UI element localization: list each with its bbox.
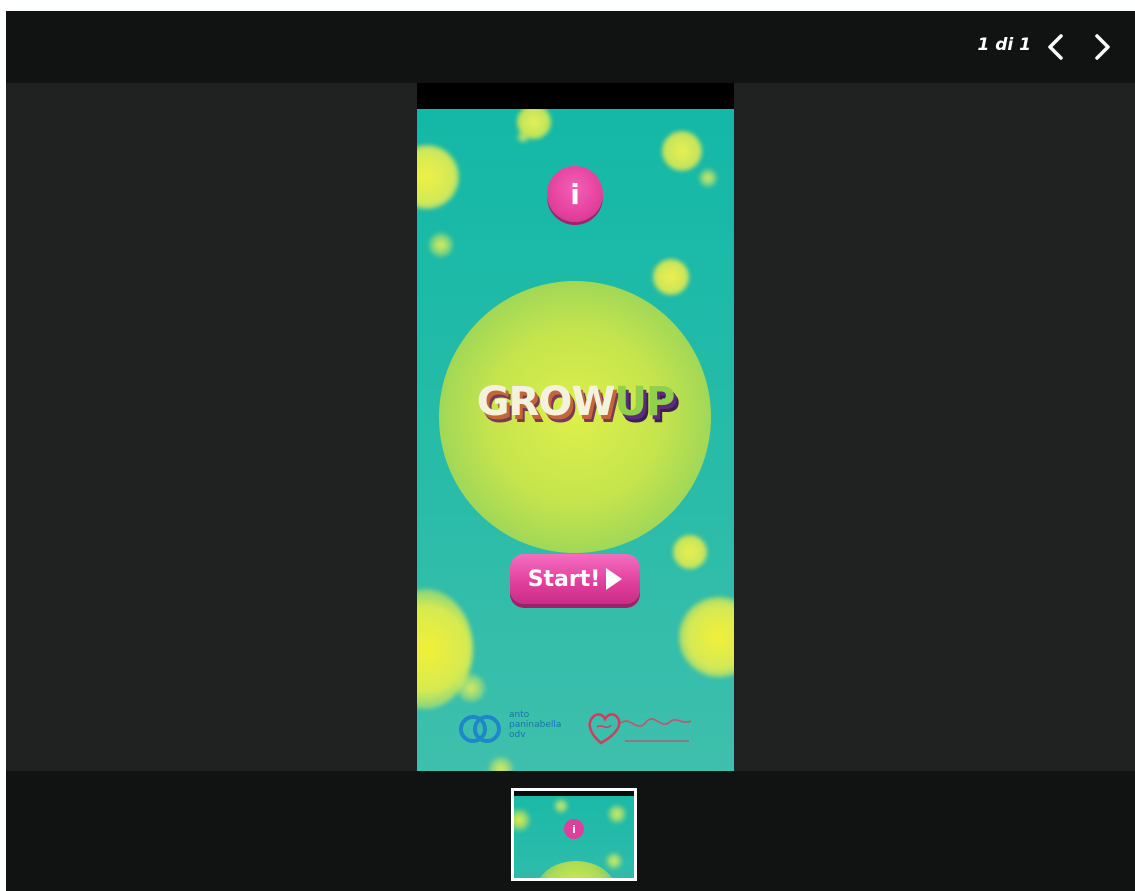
- heart-logo-icon: [588, 713, 692, 745]
- rings-icon: [459, 715, 501, 743]
- image-counter: 1 di 1: [977, 35, 1032, 55]
- start-label: Start!: [527, 566, 601, 592]
- bubble: [653, 259, 689, 295]
- app-screenshot: i GROWUP Start! anto paninabella odv: [417, 109, 734, 771]
- bubble: [662, 131, 702, 171]
- thumbnail-bar: [514, 791, 634, 796]
- previous-button[interactable]: [1039, 29, 1075, 65]
- thumbnail-bubble: [554, 799, 568, 813]
- sponsor-logo-heart: [585, 705, 697, 753]
- chevron-right-icon: [1095, 34, 1110, 60]
- thumbnail-bubble: [606, 853, 622, 869]
- start-button[interactable]: Start!: [510, 554, 640, 604]
- sponsor-name: anto paninabella odv: [509, 710, 562, 740]
- main-image[interactable]: i GROWUP Start! anto paninabella odv: [417, 83, 734, 771]
- bubble: [429, 233, 453, 257]
- next-button[interactable]: [1083, 29, 1119, 65]
- bubble: [417, 145, 459, 209]
- thumbnail-glow: [536, 861, 616, 878]
- play-icon: [606, 568, 623, 590]
- bubble: [489, 757, 513, 771]
- app-logo: GROWUP: [417, 379, 734, 425]
- bubble: [679, 597, 734, 677]
- bubble: [673, 535, 707, 569]
- logo-word-up: UP: [614, 379, 675, 425]
- thumbnail-item-selected[interactable]: i: [511, 788, 637, 881]
- bubble: [699, 169, 717, 187]
- sponsor-logo-anto-paninabella: anto paninabella odv: [457, 709, 577, 749]
- thumbnail-bubble: [608, 805, 626, 823]
- thumbnail-info-icon: i: [564, 819, 584, 839]
- logo-word-grow: GROW: [476, 379, 616, 425]
- info-button[interactable]: i: [547, 166, 603, 222]
- thumbnail-strip: i: [6, 771, 1135, 891]
- bubble: [457, 674, 485, 702]
- thumbnail-bubble: [514, 809, 530, 831]
- viewer-toolbar: 1 di 1: [6, 11, 1135, 83]
- chevron-left-icon: [1048, 34, 1063, 60]
- bubble: [517, 131, 529, 143]
- image-viewer: 1 di 1 i GROWUP Start! anto paninabella …: [6, 11, 1135, 891]
